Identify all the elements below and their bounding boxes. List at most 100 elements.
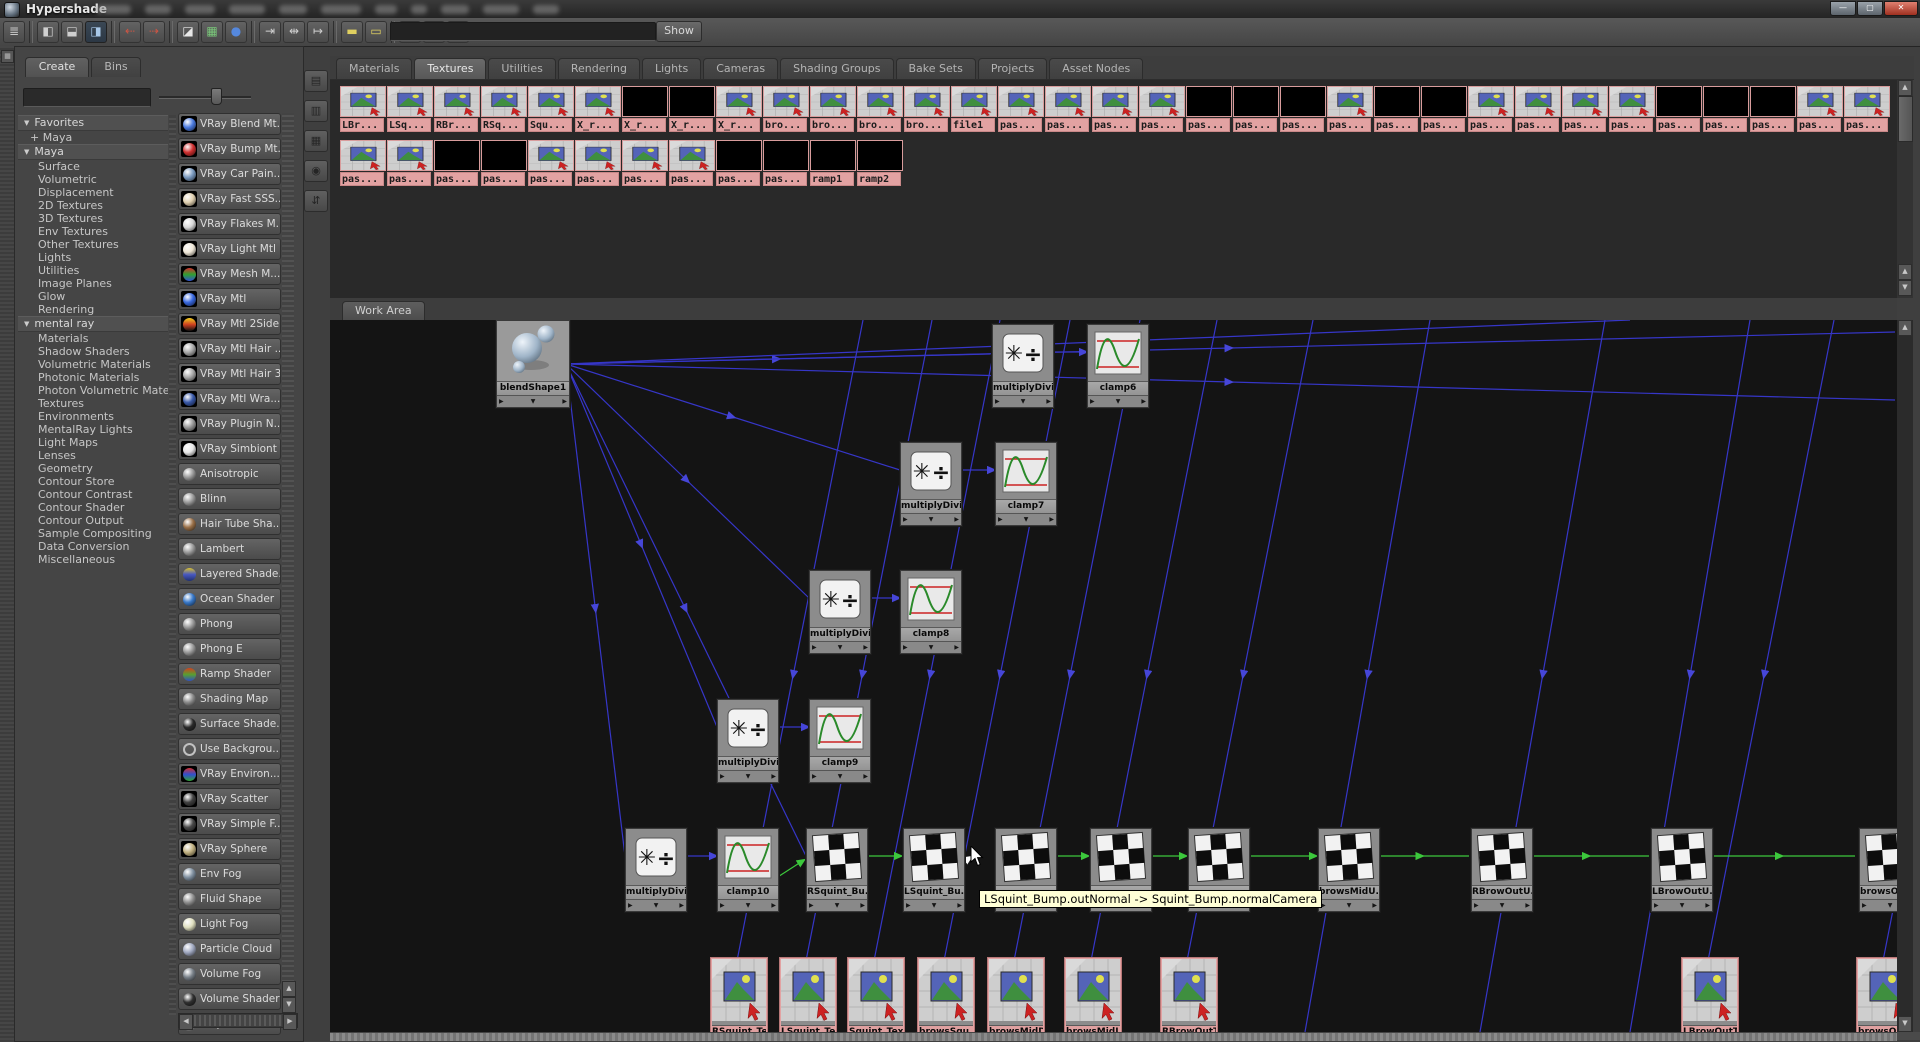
forward-graph-icon[interactable]: ⇢ [143, 21, 165, 43]
node-expander-icon[interactable]: ▶ [771, 901, 776, 911]
tab-bake-sets[interactable]: Bake Sets [896, 58, 976, 79]
node-footer[interactable]: ▶▼▶ [996, 513, 1056, 525]
swatch-pas-[interactable]: pas... [1656, 86, 1702, 132]
node-expander-icon[interactable]: ▶ [1474, 901, 1479, 911]
node-expander-icon[interactable]: ▶ [954, 515, 959, 525]
show-top-tabs-icon[interactable]: ▬ [341, 21, 363, 43]
tab-rendering[interactable]: Rendering [558, 58, 640, 79]
wa-scroll-down-icon[interactable]: ▼ [1898, 1016, 1912, 1032]
node-footer[interactable]: ▶▼▶ [993, 395, 1053, 407]
node-expander-icon[interactable]: ▼ [1024, 515, 1029, 525]
node-expander-icon[interactable]: ▶ [812, 772, 817, 782]
node-browsMidD-[interactable]: browsMidD... [988, 958, 1044, 1032]
shader-vray-scatter[interactable]: VRay Scatter [178, 788, 281, 810]
expand-arrow-icon[interactable]: ▼ [24, 117, 29, 130]
shader-list-scrollbar[interactable] [282, 113, 294, 997]
node-footer[interactable]: ▶▼▶ [1860, 899, 1897, 911]
swatch-pas-[interactable]: pas... [434, 140, 480, 186]
swatch-scroll-up2-icon[interactable]: ▲ [1898, 264, 1912, 280]
swatch-scroll-thumb[interactable] [1898, 96, 1913, 142]
shader-particle-cloud[interactable]: Particle Cloud [178, 938, 281, 960]
shader-blinn[interactable]: Blinn [178, 488, 281, 510]
output-connections-icon[interactable]: ↦ [307, 21, 329, 43]
swatch-pas-[interactable]: pas... [340, 140, 386, 186]
hscroll-thumb[interactable] [194, 1015, 282, 1026]
node-footer[interactable]: ▶▼▶ [807, 899, 867, 911]
show-button[interactable]: Show [656, 21, 702, 42]
node-expander-icon[interactable]: ▶ [957, 901, 962, 911]
tree-item-photonic-materials[interactable]: Photonic Materials [18, 371, 168, 384]
notes-icon[interactable]: ≣ [3, 21, 25, 43]
sort-order-icon[interactable]: ⇵ [304, 190, 328, 212]
tab-asset-nodes[interactable]: Asset Nodes [1049, 58, 1143, 79]
menu-item-blurred[interactable] [145, 5, 171, 14]
create-render-node-icon[interactable]: ● [225, 21, 247, 43]
swatch-grid-icon[interactable]: ▤ [304, 70, 328, 92]
node-expander-icon[interactable]: ▶ [860, 901, 865, 911]
tab-cameras[interactable]: Cameras [703, 58, 778, 79]
swatch-RSq-[interactable]: RSq... [481, 86, 527, 132]
node-expander-icon[interactable]: ▼ [654, 901, 659, 911]
node-LBrowOutU-[interactable]: LBrowOutU...▶▼▶ [1651, 828, 1713, 912]
show-bottom-tabs-icon[interactable]: ▭ [365, 21, 387, 43]
swatch-pas-[interactable]: pas... [622, 140, 668, 186]
swatch-pas-[interactable]: pas... [1703, 86, 1749, 132]
swatch-X-r-[interactable]: X_r... [716, 86, 762, 132]
swatch-pas-[interactable]: pas... [1092, 86, 1138, 132]
node-multiplyDivi-[interactable]: ✳÷multiplyDivi...▶▼▶ [717, 699, 779, 783]
node-clamp6[interactable]: clamp6▶▼▶ [1087, 324, 1149, 408]
node-expander-icon[interactable]: ▶ [1046, 397, 1051, 407]
tree-item-glow[interactable]: Glow [18, 290, 168, 303]
minimize-button[interactable]: — [1830, 1, 1856, 16]
create-filter-input[interactable] [23, 88, 151, 107]
node-multiplyDivi-[interactable]: ✳÷multiplyDivi...▶▼▶ [625, 828, 687, 912]
swatch-pas-[interactable]: pas... [1468, 86, 1514, 132]
node-expander-icon[interactable]: ▶ [1141, 397, 1146, 407]
list-scroll-right-icon[interactable]: ▶ [283, 1014, 297, 1030]
node-expander-icon[interactable]: ▼ [1680, 901, 1685, 911]
menu-item-blurred[interactable] [279, 5, 307, 14]
swatch-size-slider-handle[interactable] [211, 88, 222, 105]
swatch-bro-[interactable]: bro... [763, 86, 809, 132]
node-expander-icon[interactable]: ▶ [906, 901, 911, 911]
swatch-pas-[interactable]: pas... [1233, 86, 1279, 132]
menu-item-blurred[interactable] [95, 5, 131, 14]
swatch-pas-[interactable]: pas... [387, 140, 433, 186]
shader-vray-plugin-n-[interactable]: VRay Plugin N... [178, 413, 281, 435]
shader-vray-mesh-m-[interactable]: VRay Mesh M... [178, 263, 281, 285]
swatch-scroll-up-icon[interactable]: ▲ [1898, 80, 1912, 96]
node-expander-icon[interactable]: ▶ [954, 643, 959, 653]
shader-shading-map[interactable]: Shading Map [178, 688, 281, 710]
tree-item-utilities[interactable]: Utilities [18, 264, 168, 277]
list-scroll-left-icon[interactable]: ◀ [179, 1014, 193, 1030]
node-expander-icon[interactable]: ▶ [903, 515, 908, 525]
menu-item-blurred[interactable] [483, 5, 519, 14]
node-footer[interactable]: ▶▼▶ [901, 513, 961, 525]
node-expander-icon[interactable]: ▼ [531, 397, 536, 407]
menu-bar-blurred[interactable] [95, 5, 559, 14]
input-connections-icon[interactable]: ⇥ [259, 21, 281, 43]
swatch-X-r-[interactable]: X_r... [669, 86, 715, 132]
refresh-swatch-icon[interactable]: ◉ [304, 160, 328, 182]
node-expander-icon[interactable]: ▶ [812, 643, 817, 653]
swatch-LBr-[interactable]: LBr... [340, 86, 386, 132]
node-expander-icon[interactable]: ▼ [1116, 397, 1121, 407]
swatch-pas-[interactable]: pas... [763, 140, 809, 186]
work-area-canvas[interactable]: LSquint_Bump.outNormal -> Squint_Bump.no… [330, 320, 1897, 1032]
swatch-Squ-[interactable]: Squ... [528, 86, 574, 132]
tree-item-contour-contrast[interactable]: Contour Contrast [18, 488, 168, 501]
shader-ocean-shader[interactable]: Ocean Shader [178, 588, 281, 610]
node-footer[interactable]: ▶▼▶ [1088, 395, 1148, 407]
tree-item-rendering[interactable]: Rendering [18, 303, 168, 316]
swatch-pas-[interactable]: pas... [1139, 86, 1185, 132]
node-LSquint-Tex[interactable]: LSquint_Tex [780, 958, 836, 1032]
tree-item-light-maps[interactable]: Light Maps [18, 436, 168, 449]
node-footer[interactable]: ▶▼▶ [901, 641, 961, 653]
swatch-pas-[interactable]: pas... [1186, 86, 1232, 132]
shader-vray-sphere[interactable]: VRay Sphere [178, 838, 281, 860]
tree-item-contour-shader[interactable]: Contour Shader [18, 501, 168, 514]
node-expander-icon[interactable]: ▼ [835, 901, 840, 911]
swatch-pas-[interactable]: pas... [1421, 86, 1467, 132]
node-footer[interactable]: ▶▼▶ [904, 899, 964, 911]
tree-item-lights[interactable]: Lights [18, 251, 168, 264]
